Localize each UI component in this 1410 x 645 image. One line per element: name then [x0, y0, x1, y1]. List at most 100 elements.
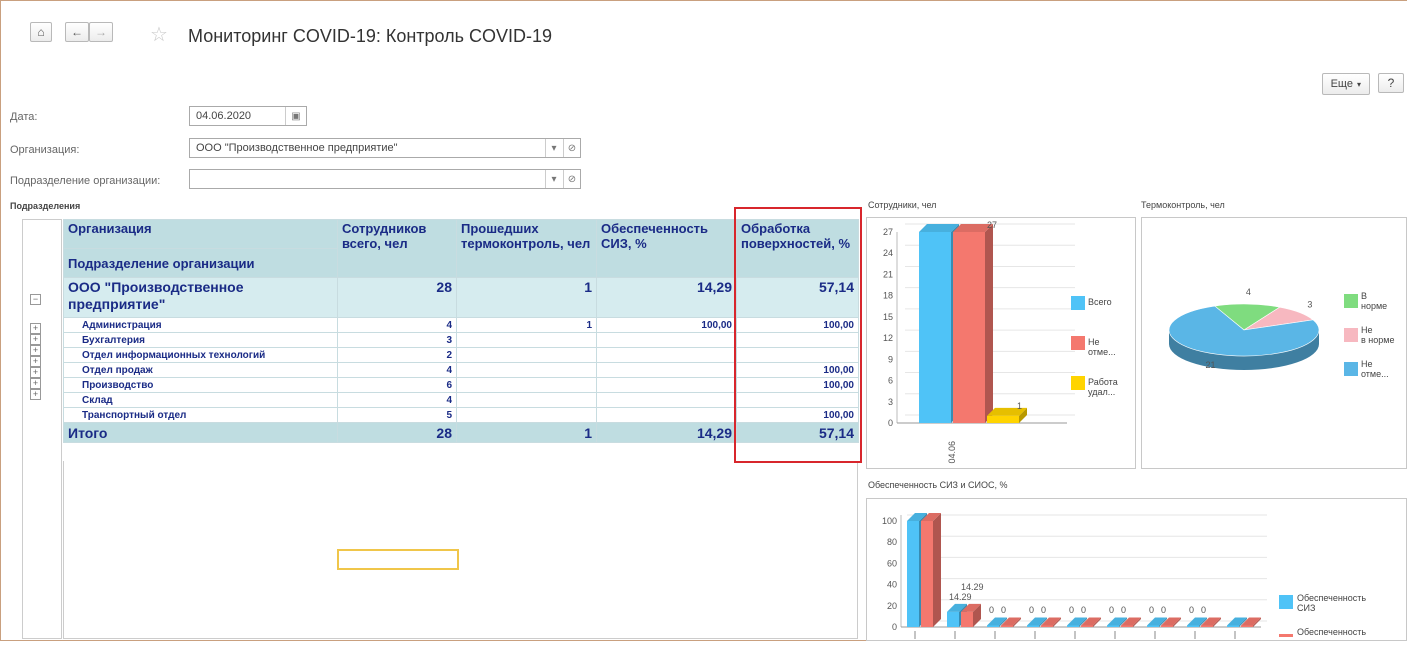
y-tick-label: 21 — [883, 269, 893, 279]
cell-passed: 1 — [456, 422, 597, 443]
cell-employees: 3 — [337, 332, 457, 348]
dept-name: Отдел продаж — [63, 362, 338, 378]
date-value: 04.06.2020 — [196, 110, 252, 122]
back-arrow-icon: ← — [71, 25, 83, 39]
header-passed[interactable]: Прошедших термоконтроль, чел — [456, 219, 597, 278]
cell-ppe — [596, 392, 737, 408]
cell-ppe — [596, 332, 737, 348]
cell-employees: 6 — [337, 377, 457, 393]
favorite-star-icon[interactable]: ☆ — [150, 22, 168, 47]
open-icon[interactable]: ⊘ — [563, 170, 580, 188]
cell-ppe — [596, 362, 737, 378]
dept-field[interactable]: ▾ ⊘ — [189, 169, 581, 189]
legend-swatch — [1071, 376, 1085, 390]
header-ppe[interactable]: Обеспеченность СИЗ, % — [596, 219, 737, 278]
help-label: ? — [1387, 76, 1395, 90]
bar-1 — [961, 611, 973, 627]
cell-passed: 1 — [456, 317, 597, 333]
y-tick-label: 9 — [888, 354, 893, 364]
bar-2 — [987, 415, 1019, 423]
cell-ppe: 14,29 — [596, 422, 737, 443]
expand-icon[interactable]: + — [30, 378, 41, 389]
more-label: Еще — [1330, 78, 1353, 90]
pie-data-label: 21 — [1206, 360, 1216, 370]
y-tick-label: 15 — [883, 312, 893, 322]
forward-arrow-icon: → — [95, 25, 107, 39]
cell-passed — [456, 347, 597, 363]
data-label: 14.29 — [961, 582, 984, 592]
y-tick-label: 6 — [888, 376, 893, 386]
bar-1-side — [933, 513, 941, 627]
dept-name: Производство — [63, 377, 338, 393]
back-button[interactable]: ← — [65, 22, 89, 42]
focused-cell[interactable] — [337, 549, 459, 570]
bar-0 — [1107, 625, 1119, 627]
legend-swatch — [1279, 634, 1293, 637]
forward-button[interactable]: → — [89, 22, 113, 42]
org-value: ООО "Производственное предприятие" — [196, 142, 398, 154]
bar-1 — [1081, 625, 1093, 627]
bar-0 — [1227, 625, 1239, 627]
data-label: 0 — [989, 605, 994, 615]
y-tick-label: 60 — [887, 558, 897, 568]
legend-swatch — [1071, 296, 1085, 310]
cell-passed — [456, 392, 597, 408]
bar-1-side — [985, 224, 993, 423]
bar-1 — [1041, 625, 1053, 627]
thermo-chart-title: Термоконтроль, чел — [1141, 200, 1225, 210]
y-tick-label: 12 — [883, 333, 893, 343]
more-button[interactable]: Еще ▾ — [1321, 73, 1370, 95]
page-title: Мониторинг COVID-19: Контроль COVID-19 — [188, 26, 553, 46]
home-icon: ⌂ — [37, 25, 45, 39]
dropdown-icon[interactable]: ▾ — [545, 139, 562, 157]
legend-label: Всего — [1088, 297, 1112, 307]
collapse-icon[interactable]: − — [30, 294, 41, 305]
date-label: Дата: — [10, 111, 38, 123]
header-org[interactable]: Организация — [63, 219, 338, 249]
y-tick-label: 100 — [882, 516, 897, 526]
data-label: 1 — [1017, 401, 1022, 411]
home-button[interactable]: ⌂ — [30, 22, 52, 42]
header-employees[interactable]: Сотрудников всего, чел — [337, 219, 457, 278]
dropdown-icon[interactable]: ▾ — [545, 170, 562, 188]
org-field[interactable]: ООО "Производственное предприятие" ▾ ⊘ — [189, 138, 581, 158]
data-label: 0 — [1161, 605, 1166, 615]
legend-swatch — [1279, 595, 1293, 609]
bar-1 — [953, 232, 985, 423]
cell-employees: 4 — [337, 317, 457, 333]
bar-0 — [987, 625, 999, 627]
y-tick-label: 20 — [887, 601, 897, 611]
y-tick-label: 3 — [888, 397, 893, 407]
highlight-frame — [734, 207, 862, 463]
expand-icon[interactable]: + — [30, 356, 41, 367]
total-label: Итого — [63, 422, 338, 443]
expand-icon[interactable]: + — [30, 334, 41, 345]
calendar-icon[interactable]: ▣ — [285, 107, 306, 125]
data-label: 0 — [1109, 605, 1114, 615]
ppe-chart-title: Обеспеченность СИЗ и СИОС, % — [868, 480, 1008, 490]
expand-icon[interactable]: + — [30, 389, 41, 400]
employees-chart: 0 3 6 9 12 15 18 21 24 27 27 1 04.06 Всего Не отме... Ра… — [883, 220, 1118, 464]
help-button[interactable]: ? — [1378, 73, 1404, 93]
cell-employees: 28 — [337, 422, 457, 443]
cell-employees: 2 — [337, 347, 457, 363]
open-icon[interactable]: ⊘ — [563, 139, 580, 157]
data-label: 0 — [1041, 605, 1046, 615]
bar-0 — [1187, 625, 1199, 627]
org-name: ООО "Производственное предприятие" — [63, 277, 338, 318]
cell-passed — [456, 362, 597, 378]
cell-employees: 4 — [337, 392, 457, 408]
expand-icon[interactable]: + — [30, 367, 41, 378]
y-tick-label: 18 — [883, 291, 893, 301]
dept-name: Склад — [63, 392, 338, 408]
employees-chart-panel: 0 3 6 9 12 15 18 21 24 27 27 1 04.06 Всего Не отме... Ра… — [866, 217, 1136, 469]
data-label: 0 — [1001, 605, 1006, 615]
expand-icon[interactable]: + — [30, 323, 41, 334]
date-field[interactable]: 04.06.2020 ▣ — [189, 106, 307, 126]
chevron-down-icon: ▾ — [1356, 79, 1361, 89]
legend-label: Не в норме — [1361, 325, 1394, 345]
header-dept[interactable]: Подразделение организации — [63, 248, 338, 278]
departments-section-title: Подразделения — [10, 201, 81, 211]
expand-icon[interactable]: + — [30, 345, 41, 356]
cell-ppe — [596, 377, 737, 393]
